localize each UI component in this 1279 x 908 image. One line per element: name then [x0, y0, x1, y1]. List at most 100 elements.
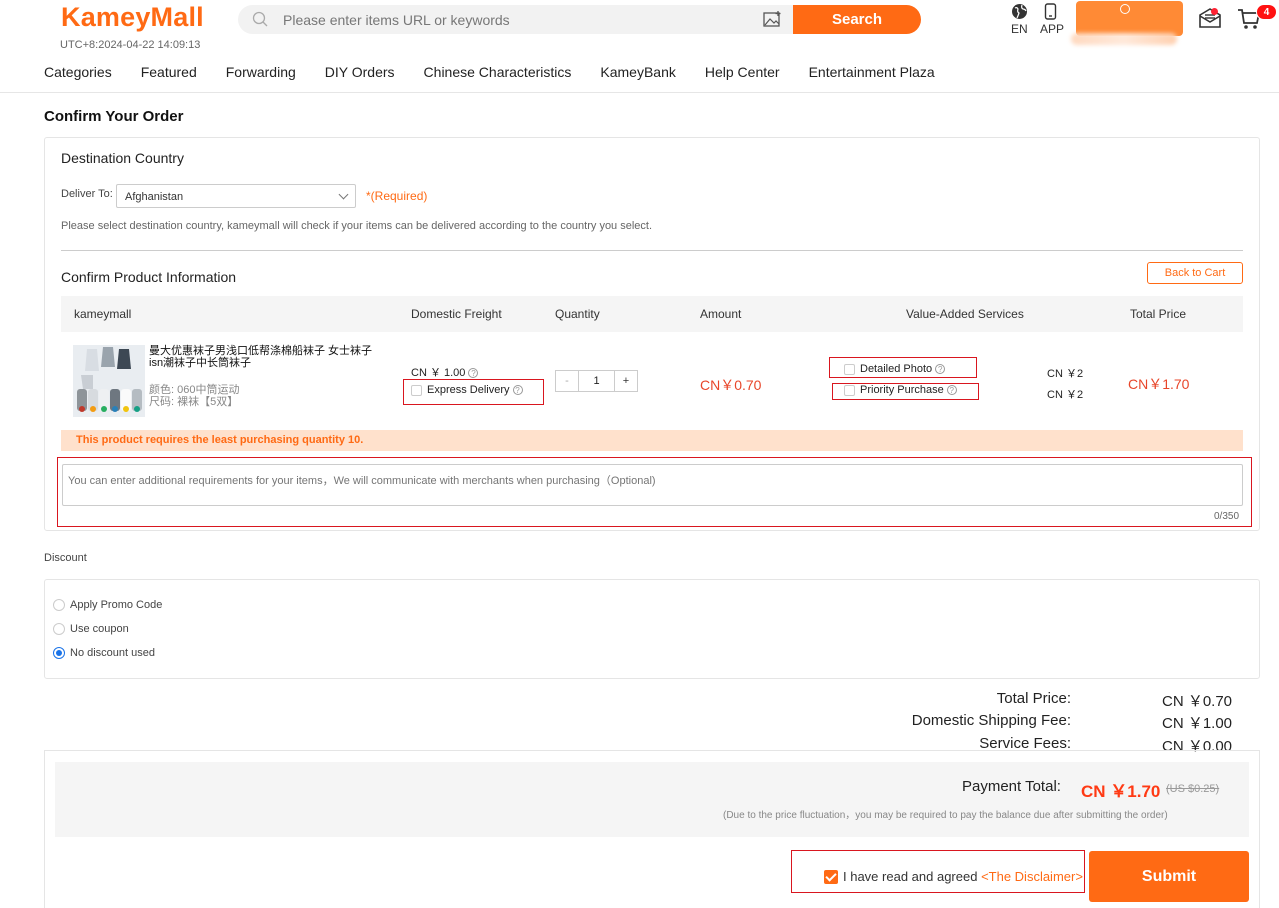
- nav-help-center[interactable]: Help Center: [705, 64, 780, 80]
- destination-title: Destination Country: [61, 150, 184, 166]
- item-amount: CN￥0.70: [700, 377, 762, 393]
- shipping-fee-value: CN ￥1.00: [1162, 715, 1233, 732]
- agreement-label: I have read and agreed: [843, 869, 978, 884]
- required-note: *(Required): [366, 189, 428, 203]
- col-total-price: Total Price: [1130, 307, 1187, 321]
- nav-featured[interactable]: Featured: [141, 64, 197, 80]
- col-domestic-freight: Domestic Freight: [411, 307, 502, 321]
- freight-amount: CN ￥ 1.00: [411, 367, 466, 379]
- nav-entertainment-plaza[interactable]: Entertainment Plaza: [809, 64, 935, 80]
- socks-thumbnail-icon: [73, 345, 145, 417]
- agreement-text: I have read and agreed <The Disclaimer>: [843, 869, 1083, 884]
- coupon-radio[interactable]: [53, 623, 65, 635]
- server-clock: UTC+8:2024-04-22 14:09:13: [60, 39, 201, 51]
- kameymall-logo[interactable]: KameyMall: [61, 2, 204, 33]
- product-color: 颜色: 060中筒运动: [149, 384, 240, 396]
- discount-label: Discount: [44, 552, 87, 564]
- product-size: 尺码: 裸袜【5双】: [149, 396, 239, 408]
- detailed-photo-price: CN ￥2: [1047, 368, 1084, 380]
- language-label[interactable]: EN: [1011, 22, 1028, 36]
- agreement-checkbox[interactable]: [824, 870, 838, 884]
- priority-purchase-option[interactable]: Priority Purchase?: [844, 384, 957, 396]
- product-image[interactable]: [73, 345, 145, 417]
- additional-requirements-input[interactable]: [62, 464, 1243, 506]
- price-fluctuation-note: (Due to the price fluctuation，you may be…: [723, 810, 1168, 821]
- user-account-button[interactable]: [1076, 1, 1183, 36]
- domestic-freight-value: CN ￥ 1.00?: [411, 364, 479, 380]
- priority-purchase-checkbox[interactable]: [844, 384, 855, 396]
- express-delivery-label: Express Delivery: [427, 384, 510, 396]
- nav-diy-orders[interactable]: DIY Orders: [325, 64, 395, 80]
- promo-code-option[interactable]: Apply Promo Code: [53, 599, 162, 611]
- help-icon[interactable]: ?: [935, 364, 946, 375]
- item-total-price: CN￥1.70: [1128, 376, 1190, 392]
- search-button[interactable]: Search: [793, 5, 921, 34]
- image-search-icon[interactable]: [763, 11, 782, 28]
- country-value: Afghanistan: [125, 191, 184, 203]
- total-price-value: CN ￥0.70: [1162, 693, 1233, 710]
- discount-card: [44, 579, 1260, 679]
- priority-purchase-label: Priority Purchase: [860, 384, 944, 396]
- payment-total-value: CN ￥1.70: [1081, 782, 1161, 801]
- nav-forwarding[interactable]: Forwarding: [226, 64, 296, 80]
- no-discount-option[interactable]: No discount used: [53, 647, 155, 659]
- detailed-photo-option[interactable]: Detailed Photo?: [844, 363, 946, 375]
- search-input[interactable]: [283, 6, 743, 33]
- col-value-added-services: Value-Added Services: [906, 307, 1024, 321]
- promo-code-label: Apply Promo Code: [70, 599, 163, 611]
- payment-total-usd: (US $0.25): [1166, 783, 1220, 795]
- col-amount: Amount: [700, 307, 742, 321]
- priority-purchase-price: CN ￥2: [1047, 389, 1084, 401]
- nav-divider: [0, 92, 1279, 93]
- page-title: Confirm Your Order: [44, 108, 184, 125]
- nav-kameybank[interactable]: KameyBank: [600, 64, 675, 80]
- country-select[interactable]: Afghanistan: [116, 184, 356, 208]
- main-nav: Categories Featured Forwarding DIY Order…: [44, 64, 964, 80]
- nav-chinese-characteristics[interactable]: Chinese Characteristics: [424, 64, 572, 80]
- disclaimer-link[interactable]: <The Disclaimer>: [981, 869, 1083, 884]
- destination-hint: Please select destination country, kamey…: [61, 220, 653, 232]
- product-attributes: 颜色: 060中筒运动 尺码: 裸袜【5双】: [149, 384, 239, 408]
- detailed-photo-checkbox[interactable]: [844, 363, 855, 375]
- app-label[interactable]: APP: [1040, 22, 1064, 36]
- no-discount-radio[interactable]: [53, 647, 65, 659]
- cart-count-badge: 4: [1256, 4, 1277, 20]
- payment-total-box: [55, 762, 1249, 837]
- total-price-label: Total Price:: [996, 690, 1071, 707]
- chevron-down-icon: [338, 189, 349, 200]
- submit-button[interactable]: Submit: [1089, 851, 1249, 902]
- mobile-app-icon[interactable]: [1044, 3, 1057, 20]
- min-quantity-warning: This product requires the least purchasi…: [61, 430, 1243, 451]
- help-icon[interactable]: ?: [512, 385, 523, 396]
- search-icon: [252, 11, 268, 27]
- nav-categories[interactable]: Categories: [44, 64, 112, 80]
- message-icon[interactable]: [1198, 7, 1222, 29]
- product-table-header: kameymall Domestic Freight Quantity Amou…: [61, 296, 1243, 332]
- express-delivery-checkbox[interactable]: [411, 384, 422, 396]
- blurred-username: [1071, 33, 1177, 45]
- quantity-increase-button[interactable]: +: [614, 371, 637, 391]
- quantity-decrease-button[interactable]: -: [556, 371, 579, 391]
- deliver-to-label: Deliver To:: [61, 188, 113, 200]
- globe-icon[interactable]: [1011, 3, 1028, 20]
- section-divider: [61, 250, 1243, 251]
- shipping-fee-label: Domestic Shipping Fee:: [911, 712, 1071, 729]
- help-icon[interactable]: ?: [946, 385, 957, 396]
- promo-code-radio[interactable]: [53, 599, 65, 611]
- quantity-input[interactable]: 1: [579, 371, 614, 391]
- express-delivery-option[interactable]: Express Delivery?: [411, 384, 523, 396]
- col-quantity: Quantity: [555, 307, 600, 321]
- back-to-cart-button[interactable]: Back to Cart: [1147, 262, 1243, 284]
- user-icon: [1120, 4, 1130, 14]
- no-discount-label: No discount used: [70, 647, 155, 659]
- note-char-count: 0/350: [1214, 511, 1240, 522]
- coupon-option[interactable]: Use coupon: [53, 623, 129, 635]
- col-store: kameymall: [74, 307, 132, 321]
- payment-total-label: Payment Total:: [962, 778, 1061, 795]
- quantity-stepper: - 1 +: [555, 370, 638, 392]
- product-info-title: Confirm Product Information: [61, 269, 237, 285]
- unread-dot: [1211, 8, 1218, 15]
- coupon-label: Use coupon: [70, 623, 129, 635]
- help-icon[interactable]: ?: [468, 368, 479, 379]
- product-name[interactable]: 曼大优惠袜子男浅口低帮涤棉船袜子 女士袜子isn潮袜子中长筒袜子: [149, 345, 384, 369]
